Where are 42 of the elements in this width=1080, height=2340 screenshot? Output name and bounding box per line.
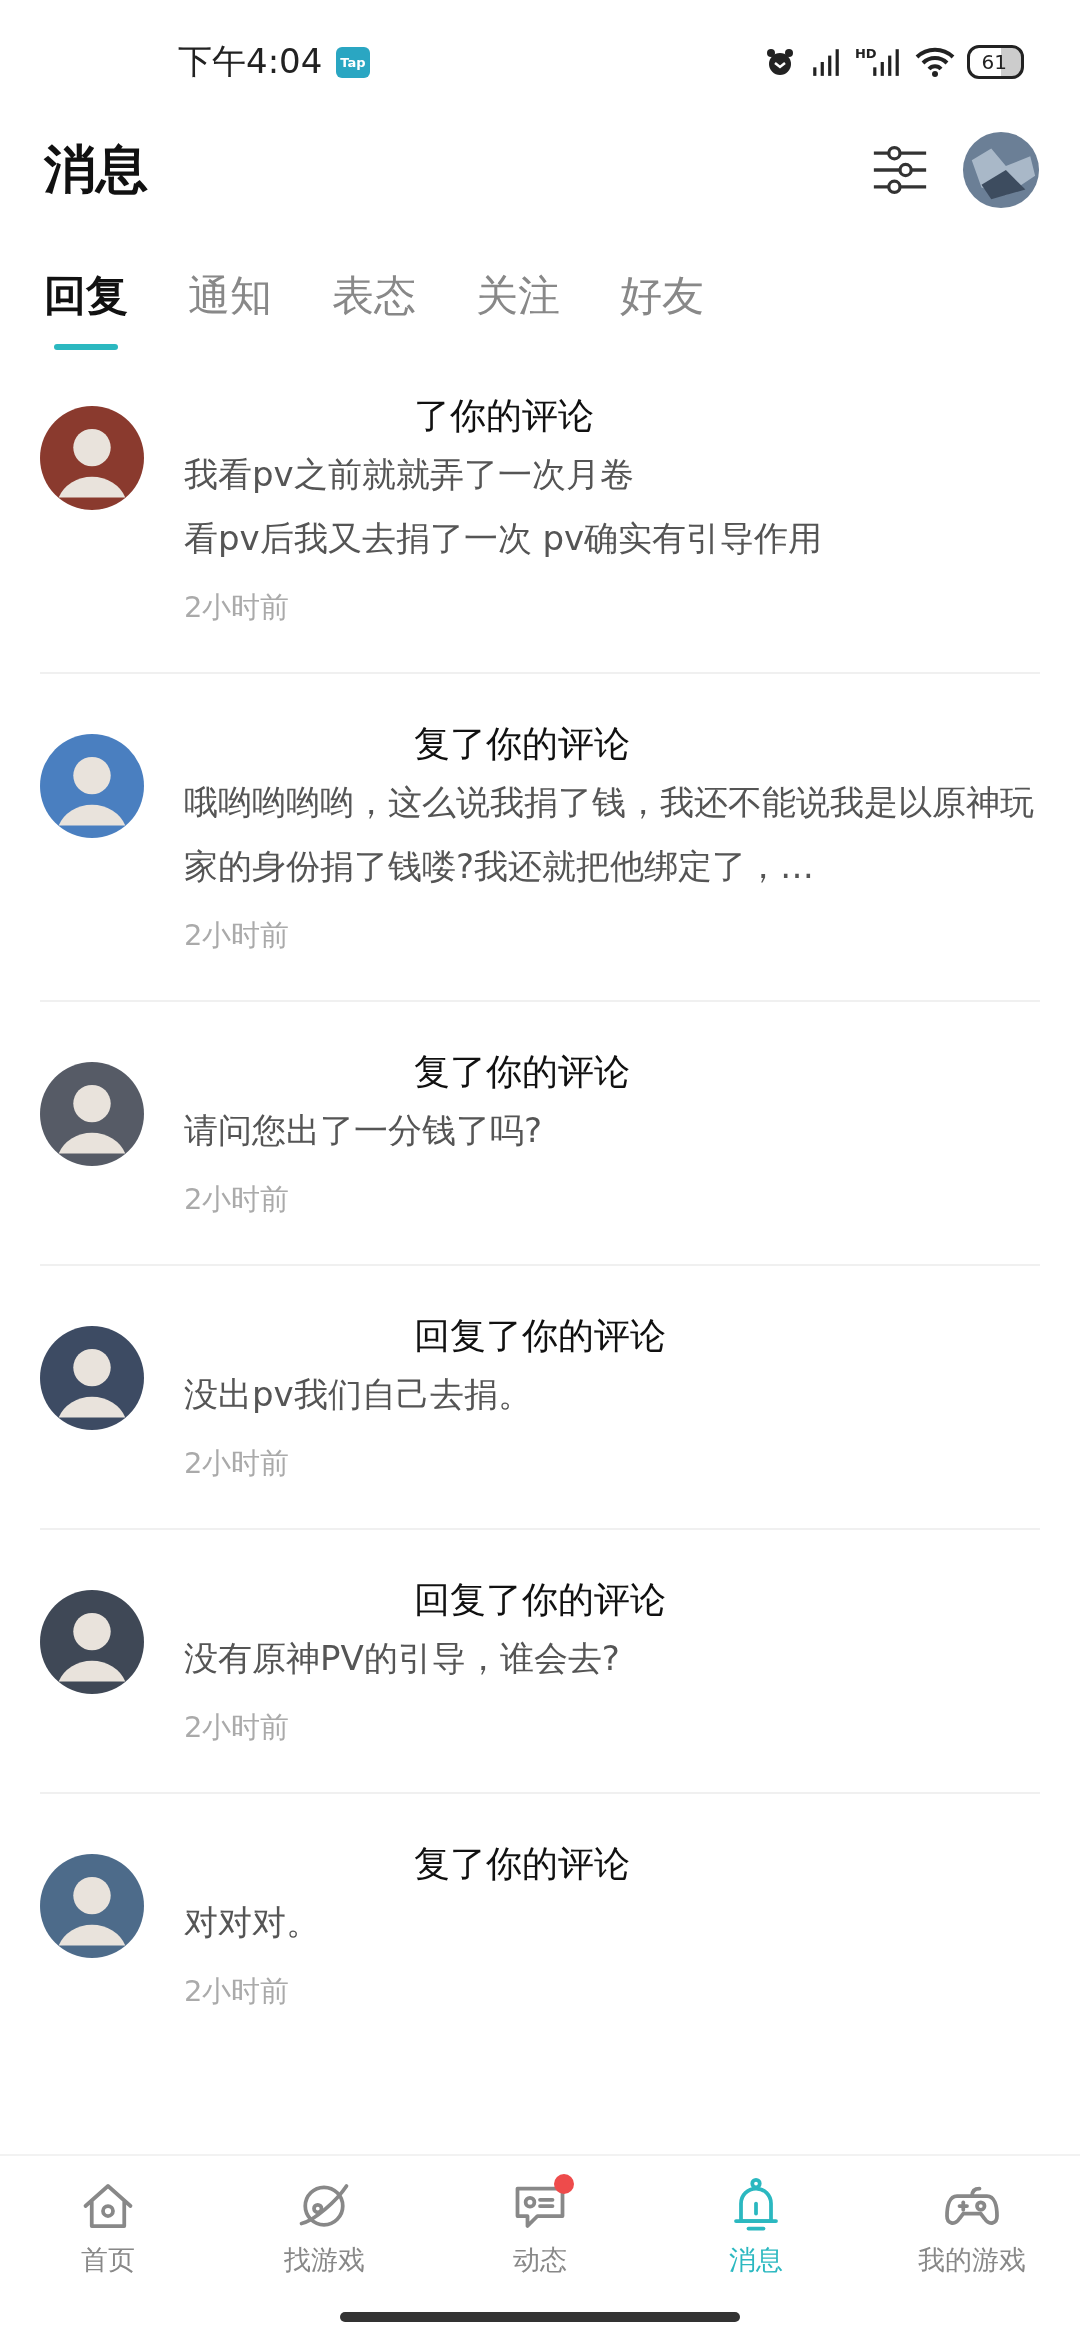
avatar[interactable]	[40, 1062, 144, 1166]
tab[interactable]: 好友	[620, 268, 704, 350]
timestamp: 2小时前	[184, 1181, 291, 1218]
reply-headline: 回复了你的评论	[413, 1314, 667, 1358]
avatar[interactable]	[40, 1326, 144, 1430]
comment-text: 看pv后我又去捐了一次 pv确实有引导作用	[184, 517, 824, 560]
comment-text: 对对对。	[184, 1901, 321, 1944]
avatar[interactable]	[40, 1590, 144, 1694]
signal-label: HD	[854, 46, 877, 61]
reply-headline: 了你的评论	[413, 394, 595, 438]
tab[interactable]: 表态	[332, 268, 416, 350]
reply-headline: 复了你的评论	[413, 1842, 631, 1886]
comment-text: 没出pv我们自己去捐。	[184, 1373, 533, 1416]
comment-text: 请问您出了一分钱了吗?	[184, 1109, 544, 1152]
battery-indicator: 61	[966, 45, 1024, 79]
nav-tab[interactable]: 我的游戏	[918, 2242, 1026, 2278]
timestamp: 2小时前	[184, 1973, 291, 2010]
reply-headline: 回复了你的评论	[413, 1578, 667, 1622]
avatar[interactable]	[40, 1854, 144, 1958]
tab[interactable]: 通知	[188, 268, 272, 350]
comment-text: 哦哟哟哟哟，这么说我捐了钱，我还不能说我是以原神玩家的身份捐了钱喽?我还就把他绑定了，…	[184, 781, 1034, 888]
nav-tab[interactable]: 消息	[729, 2242, 783, 2278]
page-title: 消息	[44, 138, 148, 201]
app-badge: Tap	[336, 46, 370, 78]
tab[interactable]: 关注	[476, 268, 560, 350]
reply-headline: 复了你的评论	[413, 1050, 631, 1094]
reply-headline: 复了你的评论	[413, 722, 631, 766]
tab[interactable]: 回复	[44, 268, 128, 350]
timestamp: 2小时前	[184, 589, 291, 626]
avatar[interactable]	[962, 131, 1040, 209]
comment-text: 我看pv之前就就弄了一次月卷	[184, 453, 635, 496]
avatar[interactable]	[40, 734, 144, 838]
nav-tab[interactable]: 找游戏	[283, 2242, 365, 2278]
clock-time: 下午4:04	[178, 40, 323, 83]
comment-text: 没有原神PV的引导，谁会去?	[184, 1637, 621, 1680]
wifi-icon	[914, 46, 955, 78]
avatar[interactable]	[40, 406, 144, 510]
timestamp: 2小时前	[184, 1445, 291, 1482]
timestamp: 2小时前	[184, 1709, 291, 1746]
timestamp: 2小时前	[184, 917, 291, 954]
nav-tab[interactable]: 动态	[513, 2242, 567, 2278]
nav-tab[interactable]: 首页	[81, 2242, 135, 2278]
